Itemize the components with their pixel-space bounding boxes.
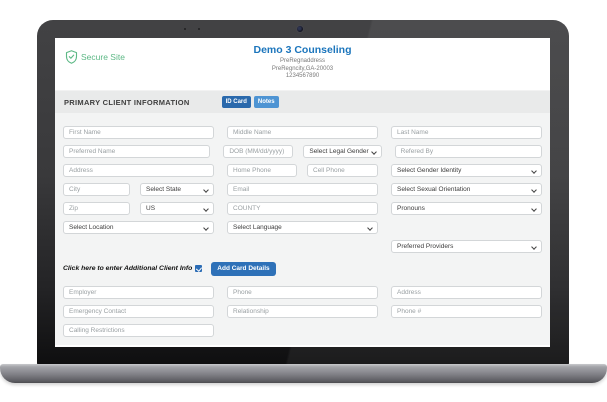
section-title: PRIMARY CLIENT INFORMATION [64, 98, 190, 107]
gender-identity-value: Select Gender Identity [397, 167, 461, 174]
preferred-name-input[interactable] [63, 145, 210, 158]
clinic-address: PreRegnaddress [55, 58, 550, 66]
form-row: Select Location Select Language [63, 221, 542, 234]
home-phone-input[interactable] [227, 164, 297, 177]
laptop-base [0, 364, 607, 383]
calling-restrictions-input[interactable] [63, 324, 214, 337]
middle-name-input[interactable] [227, 126, 378, 139]
chevron-down-icon [531, 244, 537, 250]
laptop-bezel: Secure Site Demo 3 Counseling PreRegnadd… [37, 20, 569, 366]
legal-gender-select[interactable]: Select Legal Gender [303, 145, 381, 158]
additional-info-row: Click here to enter Additional Client In… [63, 262, 542, 276]
chevron-down-icon [203, 225, 209, 231]
app-screen: Secure Site Demo 3 Counseling PreRegnadd… [55, 38, 550, 347]
emergency-contact-input[interactable] [63, 305, 214, 318]
client-form: Select Legal Gender Select Gender [55, 113, 550, 345]
chevron-down-icon [203, 187, 209, 193]
chevron-down-icon [371, 149, 377, 155]
chevron-down-icon [531, 187, 537, 193]
laptop-mockup: Secure Site Demo 3 Counseling PreRegnadd… [0, 0, 607, 402]
chevron-down-icon [531, 168, 537, 174]
clinic-info: Demo 3 Counseling PreRegnaddress PreRegn… [55, 44, 550, 81]
form-row [63, 324, 542, 337]
emergency-phone-input[interactable] [391, 305, 542, 318]
clinic-city: PreRegncity,GA-20003 [55, 66, 550, 74]
form-row [63, 286, 542, 299]
form-row: Select Gender Identity [63, 164, 542, 177]
gender-identity-select[interactable]: Select Gender Identity [391, 164, 542, 177]
section-header: PRIMARY CLIENT INFORMATION ID Card Notes [55, 90, 550, 113]
form-row [63, 305, 542, 318]
form-row: Preferred Providers [63, 240, 542, 253]
zip-input[interactable] [63, 202, 130, 215]
sexual-orientation-select[interactable]: Select Sexual Orientation [391, 183, 542, 196]
clinic-phone: 1234567890 [55, 73, 550, 81]
country-select[interactable]: US [140, 202, 214, 215]
city-input[interactable] [63, 183, 130, 196]
form-row: Select State Select Sexual Orientation [63, 183, 542, 196]
legal-gender-value: Select Legal Gender [309, 148, 368, 155]
form-row: Select Legal Gender [63, 145, 542, 158]
pronouns-select[interactable]: Pronouns [391, 202, 542, 215]
id-card-button[interactable]: ID Card [222, 96, 251, 108]
employer-address-input[interactable] [391, 286, 542, 299]
relationship-input[interactable] [227, 305, 378, 318]
form-row: US Pronouns [63, 202, 542, 215]
language-select[interactable]: Select Language [227, 221, 378, 234]
bezel-dot [184, 28, 186, 30]
employer-phone-input[interactable] [227, 286, 378, 299]
first-name-input[interactable] [63, 126, 214, 139]
country-value: US [146, 205, 155, 212]
state-select[interactable]: Select State [140, 183, 214, 196]
language-value: Select Language [233, 224, 282, 231]
chevron-down-icon [203, 206, 209, 212]
additional-info-checkbox[interactable] [195, 265, 202, 272]
referred-by-input[interactable] [395, 145, 542, 158]
last-name-input[interactable] [391, 126, 542, 139]
address-input[interactable] [63, 164, 214, 177]
add-card-details-button[interactable]: Add Card Details [211, 262, 275, 276]
additional-info-label: Click here to enter Additional Client In… [63, 265, 192, 272]
email-input[interactable] [227, 183, 378, 196]
employer-input[interactable] [63, 286, 214, 299]
form-row [63, 126, 542, 139]
chevron-down-icon [367, 225, 373, 231]
dob-input[interactable] [223, 145, 293, 158]
county-input[interactable] [227, 202, 378, 215]
location-value: Select Location [69, 224, 113, 231]
bezel-dot [198, 28, 200, 30]
sexual-orientation-value: Select Sexual Orientation [397, 186, 470, 193]
preferred-providers-value: Preferred Providers [397, 243, 453, 250]
webcam [296, 25, 304, 33]
preferred-providers-select[interactable]: Preferred Providers [391, 240, 542, 253]
cell-phone-input[interactable] [307, 164, 378, 177]
chevron-down-icon [531, 206, 537, 212]
location-select[interactable]: Select Location [63, 221, 214, 234]
notes-button[interactable]: Notes [254, 96, 279, 108]
pronouns-value: Pronouns [397, 205, 425, 212]
state-value: Select State [146, 186, 181, 193]
page-title: Demo 3 Counseling [55, 44, 550, 57]
app-header: Secure Site Demo 3 Counseling PreRegnadd… [55, 38, 550, 90]
